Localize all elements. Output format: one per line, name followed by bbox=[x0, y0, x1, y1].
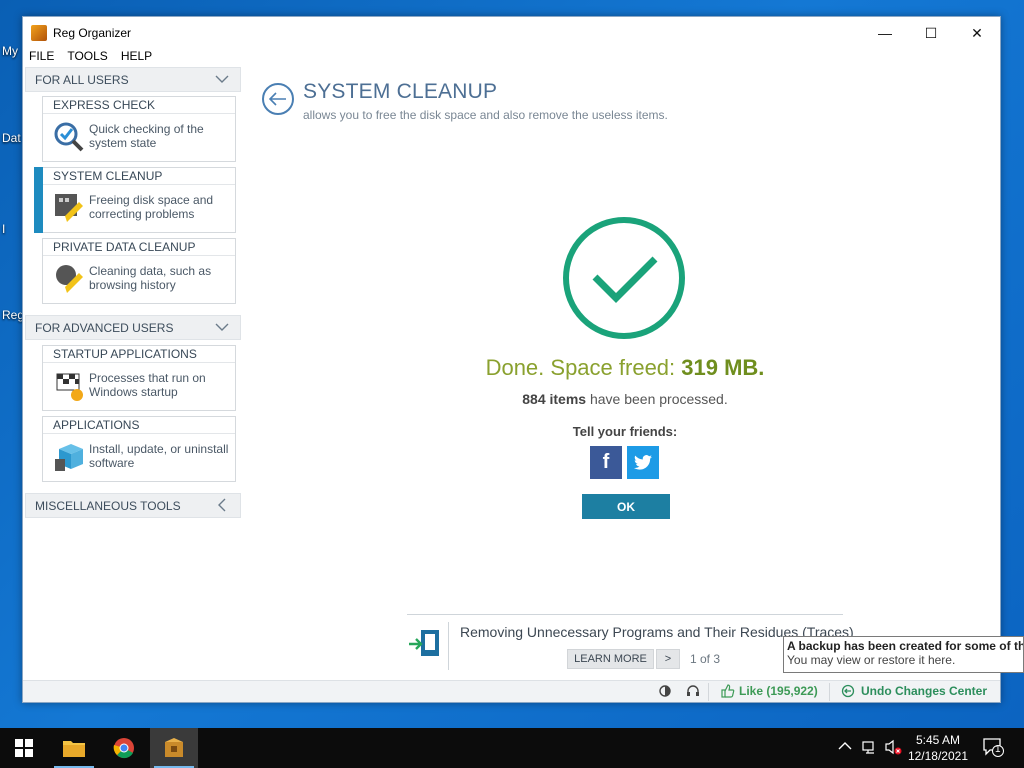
folder-icon bbox=[63, 741, 85, 757]
clock-date: 12/18/2021 bbox=[907, 749, 968, 763]
chrome-icon bbox=[113, 738, 134, 759]
support-headset-icon[interactable] bbox=[685, 684, 701, 700]
disk-broom-icon bbox=[55, 194, 83, 222]
twitter-share-button[interactable] bbox=[627, 446, 659, 479]
notification-count: 1 bbox=[995, 744, 1001, 755]
desktop-icon-label[interactable]: Reg bbox=[2, 308, 24, 322]
success-check-icon bbox=[563, 217, 685, 339]
network-icon[interactable] bbox=[862, 739, 878, 758]
like-button[interactable]: Like (195,922) bbox=[739, 684, 818, 698]
items-count: 884 items bbox=[522, 391, 587, 407]
page-subtitle: allows you to free the disk space and al… bbox=[303, 108, 668, 122]
maximize-button[interactable]: ☐ bbox=[908, 17, 954, 49]
reg-organizer-window: Reg Organizer — ☐ ✕ FILE TOOLS HELP FOR … bbox=[22, 16, 1001, 703]
chevron-left-icon bbox=[214, 497, 230, 516]
box-trash-icon bbox=[55, 444, 83, 471]
status-bar: Like (195,922) Undo Changes Center bbox=[23, 680, 1000, 702]
card-title: PRIVATE DATA CLEANUP bbox=[43, 239, 235, 256]
action-center-button[interactable]: 1 bbox=[982, 737, 1006, 759]
desktop-icon-label[interactable]: Dat bbox=[2, 131, 21, 145]
tooltip-body: You may view or restore it here. bbox=[787, 653, 956, 667]
section-miscellaneous-tools[interactable]: MISCELLANEOUS TOOLS bbox=[25, 493, 241, 518]
card-description: Cleaning data, such as browsing history bbox=[89, 264, 212, 292]
taskbar-clock[interactable]: 5:45 AM 12/18/2021 bbox=[908, 732, 968, 764]
windows-logo-icon bbox=[15, 739, 33, 757]
tip-separator bbox=[448, 622, 449, 670]
facebook-share-button[interactable]: f bbox=[590, 446, 622, 479]
section-label: MISCELLANEOUS TOOLS bbox=[35, 498, 181, 513]
card-applications[interactable]: APPLICATIONS Install, update, or uninsta… bbox=[42, 416, 236, 482]
card-title: EXPRESS CHECK bbox=[43, 97, 235, 114]
back-button[interactable] bbox=[262, 83, 294, 115]
arrow-left-icon bbox=[269, 92, 286, 106]
title-bar[interactable]: Reg Organizer — ☐ ✕ bbox=[23, 17, 1000, 49]
window-title: Reg Organizer bbox=[53, 26, 132, 40]
sidebar: FOR ALL USERS EXPRESS CHECK Quick checki… bbox=[25, 67, 241, 518]
space-freed-label: Done. Space freed: bbox=[485, 355, 682, 380]
items-processed-message: 884 items have been processed. bbox=[403, 391, 847, 407]
magnifier-check-icon bbox=[54, 122, 84, 152]
status-separator bbox=[708, 683, 709, 701]
desktop-icon-label[interactable]: I bbox=[2, 222, 5, 236]
status-separator bbox=[829, 683, 830, 701]
learn-more-button[interactable]: LEARN MORE bbox=[567, 649, 654, 669]
minimize-button[interactable]: — bbox=[862, 17, 908, 49]
section-for-all-users[interactable]: FOR ALL USERS bbox=[25, 67, 241, 92]
card-title: STARTUP APPLICATIONS bbox=[43, 346, 235, 363]
backup-tooltip[interactable]: A backup has been created for some of th… bbox=[783, 636, 1024, 673]
undo-changes-center-link[interactable]: Undo Changes Center bbox=[861, 684, 987, 698]
chevron-down-icon bbox=[214, 319, 230, 338]
taskbar-reg-organizer[interactable] bbox=[150, 728, 198, 768]
menu-bar: FILE TOOLS HELP bbox=[23, 49, 1000, 67]
card-description: Processes that run on Windows startup bbox=[89, 371, 206, 399]
card-express-check[interactable]: EXPRESS CHECK Quick checking of the syst… bbox=[42, 96, 236, 162]
card-startup-applications[interactable]: STARTUP APPLICATIONS Processes that run … bbox=[42, 345, 236, 411]
thumbs-up-icon bbox=[720, 684, 736, 700]
chevron-up-icon[interactable] bbox=[838, 740, 852, 754]
twitter-icon bbox=[634, 455, 652, 470]
card-description: Quick checking of the system state bbox=[89, 122, 204, 150]
desktop-icon-label[interactable]: My bbox=[2, 44, 18, 58]
close-button[interactable]: ✕ bbox=[954, 17, 1000, 49]
tip-page-count: 1 of 3 bbox=[690, 652, 721, 666]
section-label: FOR ALL USERS bbox=[35, 72, 129, 87]
theme-toggle-icon[interactable] bbox=[657, 684, 673, 700]
volume-muted-icon[interactable] bbox=[884, 739, 902, 758]
page-title: SYSTEM CLEANUP bbox=[303, 80, 498, 103]
startup-flag-icon bbox=[56, 373, 83, 401]
taskbar-file-explorer[interactable] bbox=[50, 728, 98, 768]
space-freed-value: 319 MB. bbox=[681, 355, 765, 380]
section-for-advanced-users[interactable]: FOR ADVANCED USERS bbox=[25, 315, 241, 340]
card-system-cleanup[interactable]: SYSTEM CLEANUP Freeing disk space and co… bbox=[34, 167, 236, 233]
ok-button[interactable]: OK bbox=[582, 494, 670, 519]
items-suffix: have been processed. bbox=[586, 391, 728, 407]
menu-help[interactable]: HELP bbox=[121, 49, 159, 67]
reg-organizer-taskbar-icon bbox=[165, 738, 183, 757]
card-private-data-cleanup[interactable]: PRIVATE DATA CLEANUP Cleaning data, such… bbox=[42, 238, 236, 304]
card-description: Freeing disk space and correcting proble… bbox=[89, 193, 214, 221]
undo-center-icon bbox=[840, 684, 856, 700]
card-title: SYSTEM CLEANUP bbox=[43, 168, 235, 185]
remove-program-icon bbox=[409, 630, 439, 656]
card-description: Install, update, or uninstall software bbox=[89, 442, 229, 470]
menu-file[interactable]: FILE bbox=[29, 49, 61, 67]
next-tip-button[interactable]: > bbox=[656, 649, 680, 669]
facebook-icon: f bbox=[602, 451, 610, 473]
tell-friends-label: Tell your friends: bbox=[572, 424, 678, 439]
taskbar: 5:45 AM 12/18/2021 1 bbox=[0, 728, 1024, 768]
clock-time: 5:45 AM bbox=[915, 733, 960, 747]
taskbar-chrome[interactable] bbox=[100, 728, 148, 768]
space-freed-message: Done. Space freed: 319 MB. bbox=[403, 355, 847, 381]
menu-tools[interactable]: TOOLS bbox=[67, 49, 114, 67]
reg-organizer-app-icon bbox=[31, 25, 47, 41]
tooltip-title: A backup has been created for some of th… bbox=[787, 639, 1024, 653]
chevron-down-icon bbox=[214, 71, 230, 90]
card-title: APPLICATIONS bbox=[43, 417, 235, 434]
section-label: FOR ADVANCED USERS bbox=[35, 320, 174, 335]
start-button[interactable] bbox=[0, 728, 48, 768]
tip-divider bbox=[407, 614, 843, 615]
private-broom-icon bbox=[56, 265, 83, 293]
